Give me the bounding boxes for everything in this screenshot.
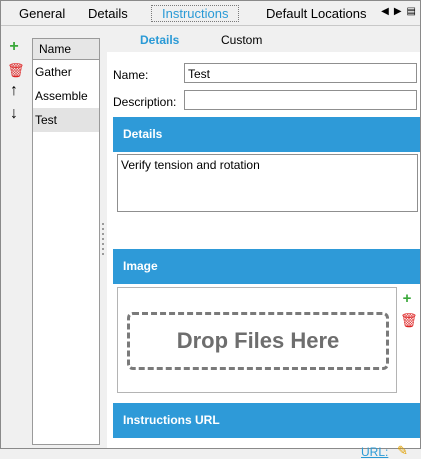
tab-scroll-left-icon[interactable]: ◀ — [381, 6, 389, 17]
sub-tab-strip: Details Custom — [107, 26, 420, 52]
list-item[interactable]: Gather — [33, 60, 99, 84]
delete-step-icon[interactable]: 🗑 — [7, 62, 25, 78]
tab-menu-icon[interactable]: ▤ — [407, 6, 416, 17]
instructions-url-section-header: Instructions URL — [113, 403, 420, 438]
tab-general[interactable]: General — [19, 6, 65, 21]
details-content: Name: Test Description: Details Verify t… — [107, 52, 420, 459]
list-item[interactable]: Assemble — [33, 84, 99, 108]
edit-pencil-icon[interactable]: ✎ — [397, 443, 408, 459]
tab-navigation: ◀ ▶ ▤ — [381, 6, 416, 17]
step-editor-panel: Details Custom Name: Test Description: D… — [107, 26, 420, 459]
tab-default-locations[interactable]: Default Locations — [266, 6, 366, 21]
name-field[interactable]: Test — [184, 63, 417, 83]
details-section-header: Details — [113, 117, 420, 152]
image-section-header: Image — [113, 249, 420, 284]
subtab-custom[interactable]: Custom — [221, 33, 262, 47]
description-label: Description: — [113, 95, 177, 109]
subtab-details[interactable]: Details — [140, 33, 179, 47]
image-box: Drop Files Here — [117, 287, 397, 393]
window-frame: General Details Instructions Default Loc… — [0, 0, 421, 459]
move-down-icon[interactable]: ↓ — [7, 106, 21, 122]
tab-details[interactable]: Details — [88, 6, 128, 21]
steps-list: Name Gather Assemble Test — [32, 38, 100, 445]
tab-instructions[interactable]: Instructions — [151, 5, 240, 22]
details-textarea[interactable]: Verify tension and rotation — [117, 154, 418, 212]
drop-files-zone[interactable]: Drop Files Here — [127, 312, 389, 370]
add-step-icon[interactable]: + — [7, 39, 21, 55]
description-field[interactable] — [184, 90, 417, 110]
steps-column-header[interactable]: Name — [33, 39, 99, 60]
add-image-icon[interactable]: + — [400, 290, 414, 307]
splitter-handle[interactable] — [102, 223, 104, 255]
url-link[interactable]: URL: — [361, 445, 388, 459]
move-up-icon[interactable]: ↑ — [7, 83, 21, 99]
name-label: Name: — [113, 68, 149, 82]
tab-scroll-right-icon[interactable]: ▶ — [394, 6, 402, 17]
top-tab-strip: General Details Instructions Default Loc… — [1, 1, 420, 26]
list-item-selected[interactable]: Test — [33, 108, 99, 132]
delete-image-icon[interactable]: 🗑 — [400, 312, 418, 329]
